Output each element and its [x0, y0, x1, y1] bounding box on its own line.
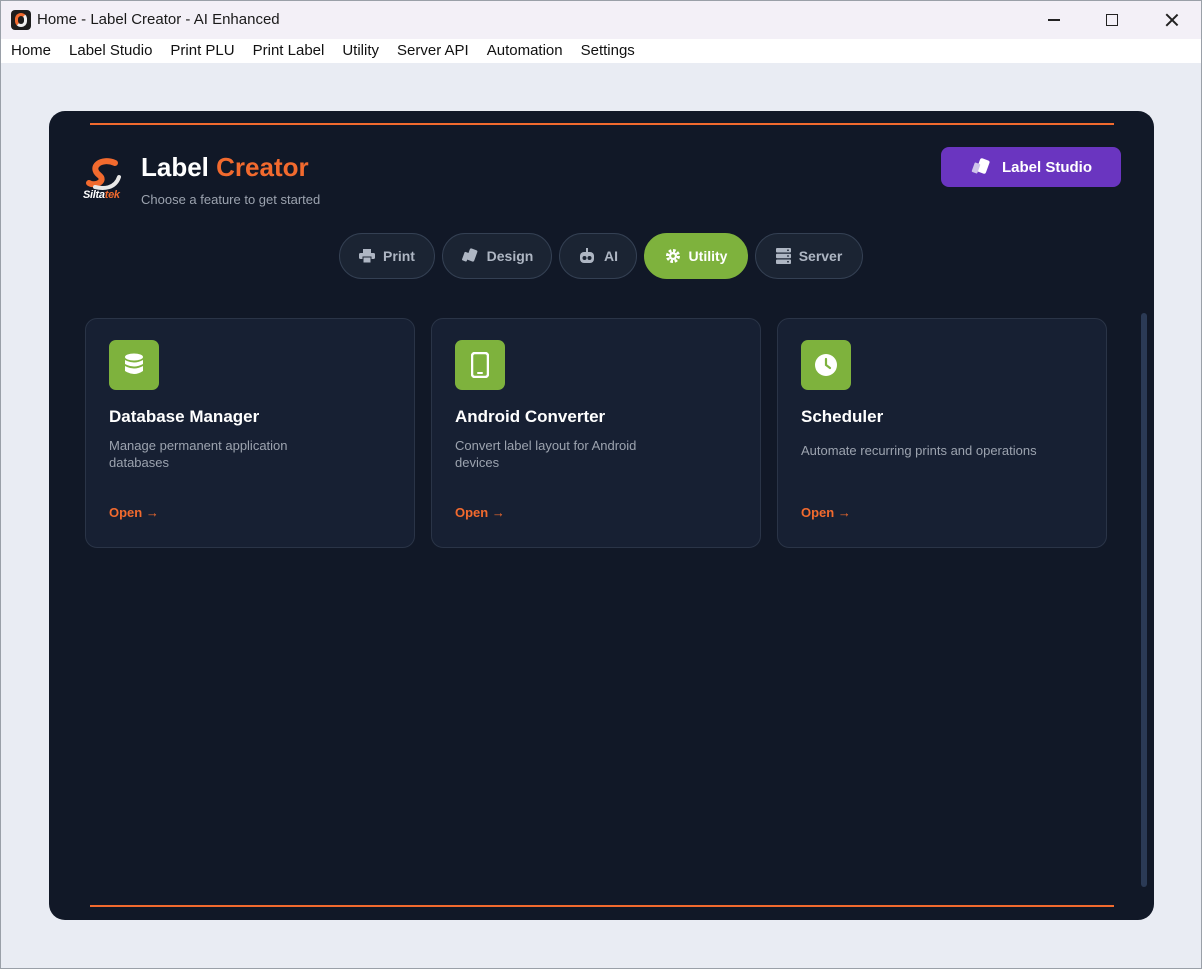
- clock-icon: [801, 340, 851, 390]
- tab-server[interactable]: Server: [755, 233, 863, 279]
- pen-tag-icon: [461, 248, 478, 262]
- feature-tabs: Print Design AI Utility Server: [339, 233, 863, 279]
- card-description: Convert label layout for Android devices: [455, 438, 637, 470]
- menu-bar: Home Label Studio Print PLU Print Label …: [1, 39, 1201, 63]
- menu-home[interactable]: Home: [2, 39, 60, 63]
- minimize-button[interactable]: [1025, 1, 1083, 39]
- close-button[interactable]: [1143, 1, 1201, 39]
- maximize-button[interactable]: [1083, 1, 1141, 39]
- server-icon: [775, 248, 791, 264]
- label-studio-button[interactable]: Label Studio: [941, 147, 1121, 187]
- app-logo-icon: [11, 10, 31, 30]
- brand-wordmark: Siltatek: [83, 189, 120, 201]
- label-studio-button-label: Label Studio: [1002, 158, 1092, 176]
- tab-design-label: Design: [486, 248, 534, 264]
- gear-icon: [665, 249, 680, 263]
- minimize-icon: [1048, 19, 1060, 21]
- window-title: Home - Label Creator - AI Enhanced: [37, 11, 280, 28]
- tag-icon: [971, 158, 990, 174]
- menu-automation[interactable]: Automation: [478, 39, 572, 63]
- menu-settings[interactable]: Settings: [572, 39, 644, 63]
- top-accent-line: [90, 123, 1114, 125]
- tab-print-label: Print: [383, 248, 415, 264]
- card-database-manager[interactable]: Database Manager Manage permanent applic…: [85, 318, 415, 548]
- home-panel: Siltatek Label Creator Choose a feature …: [49, 111, 1154, 920]
- tab-print[interactable]: Print: [339, 233, 435, 279]
- tab-ai[interactable]: AI: [559, 233, 637, 279]
- tab-utility[interactable]: Utility: [644, 233, 748, 279]
- menu-utility[interactable]: Utility: [333, 39, 388, 63]
- card-title: Android Converter: [455, 407, 606, 426]
- maximize-icon: [1106, 14, 1118, 26]
- close-icon: [1165, 13, 1179, 27]
- printer-icon: [359, 249, 376, 263]
- card-description: Automate recurring prints and operations: [801, 443, 1037, 458]
- card-title: Scheduler: [801, 407, 884, 426]
- bottom-accent-line: [90, 905, 1114, 907]
- tab-server-label: Server: [798, 248, 843, 264]
- card-title: Database Manager: [109, 407, 260, 426]
- page-title: Label Creator: [141, 152, 309, 182]
- mobile-phone-icon: [455, 340, 505, 390]
- menu-print-label[interactable]: Print Label: [244, 39, 334, 63]
- menu-label-studio[interactable]: Label Studio: [60, 39, 161, 63]
- robot-icon: [580, 248, 594, 263]
- open-link[interactable]: Open →: [801, 505, 851, 520]
- open-link[interactable]: Open →: [455, 505, 505, 520]
- card-android-converter[interactable]: Android Converter Convert label layout f…: [431, 318, 761, 548]
- tab-utility-label: Utility: [688, 248, 728, 264]
- title-bar: Home - Label Creator - AI Enhanced: [1, 1, 1201, 39]
- card-description: Manage permanent application databases: [109, 438, 288, 470]
- tab-design[interactable]: Design: [442, 233, 552, 279]
- menu-server-api[interactable]: Server API: [388, 39, 478, 63]
- content-scrollbar[interactable]: [1141, 313, 1147, 887]
- database-icon: [109, 340, 159, 390]
- open-link[interactable]: Open →: [109, 505, 159, 520]
- page-subtitle: Choose a feature to get started: [141, 192, 321, 207]
- menu-print-plu[interactable]: Print PLU: [161, 39, 243, 63]
- tab-ai-label: AI: [604, 248, 618, 264]
- card-scheduler[interactable]: Scheduler Automate recurring prints and …: [777, 318, 1107, 548]
